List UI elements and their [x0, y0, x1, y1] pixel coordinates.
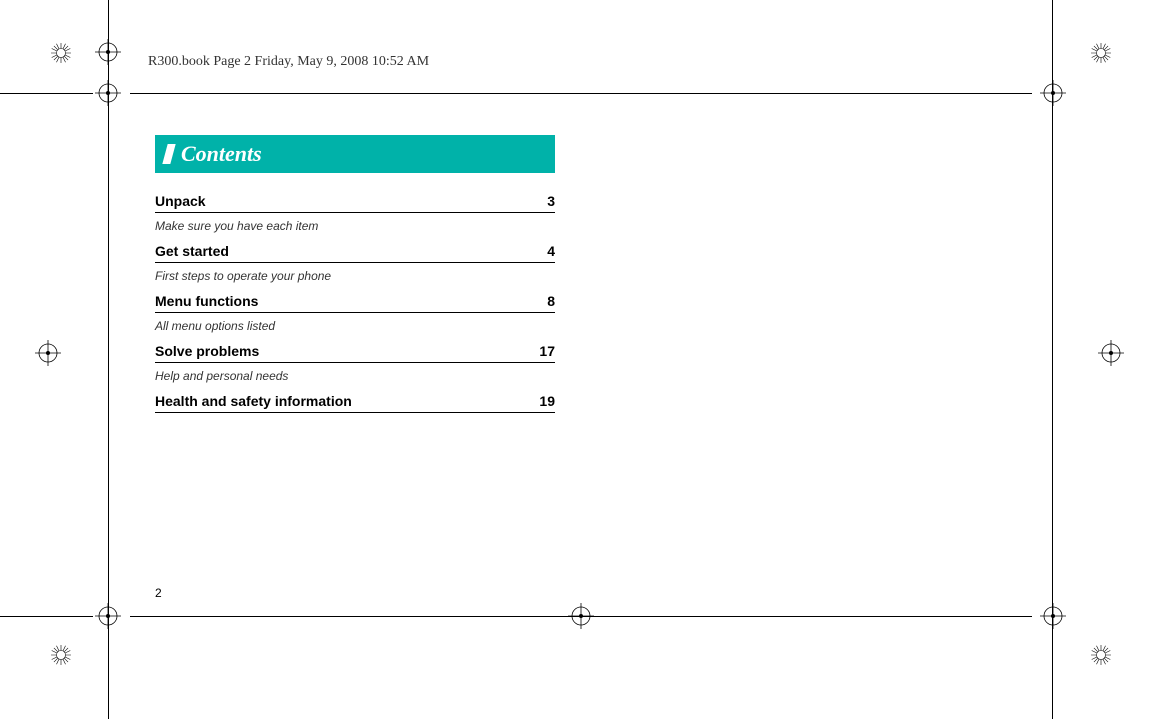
reg-mark-icon: [1098, 340, 1124, 366]
toc-entry: Solve problems 17 Help and personal need…: [155, 343, 555, 383]
toc-desc: All menu options listed: [155, 319, 555, 333]
reg-mark-icon: [95, 80, 121, 106]
toc-page: 3: [547, 193, 555, 209]
toc-page: 4: [547, 243, 555, 259]
toc-entry: Menu functions 8 All menu options listed: [155, 293, 555, 333]
toc-desc: Help and personal needs: [155, 369, 555, 383]
toc-page: 19: [539, 393, 555, 409]
toc-title: Menu functions: [155, 293, 258, 309]
toc-desc: Make sure you have each item: [155, 219, 555, 233]
banner-title: Contents: [181, 141, 262, 167]
toc-entry: Unpack 3 Make sure you have each item: [155, 193, 555, 233]
reg-mark-icon: [1040, 80, 1066, 106]
toc-title: Health and safety information: [155, 393, 352, 409]
toc-title: Unpack: [155, 193, 206, 209]
crop-line-top: [0, 93, 93, 94]
toc-title: Get started: [155, 243, 229, 259]
page-number: 2: [155, 586, 162, 600]
sunburst-icon: [1088, 40, 1114, 66]
banner-bar-icon: [162, 144, 175, 164]
toc-entry: Get started 4 First steps to operate you…: [155, 243, 555, 283]
document-header: R300.book Page 2 Friday, May 9, 2008 10:…: [148, 54, 429, 70]
toc-desc: First steps to operate your phone: [155, 269, 555, 283]
toc-title: Solve problems: [155, 343, 259, 359]
toc-page: 17: [539, 343, 555, 359]
sunburst-icon: [48, 40, 74, 66]
reg-mark-icon: [95, 603, 121, 629]
reg-mark-icon: [1040, 603, 1066, 629]
content-area: Contents Unpack 3 Make sure you have eac…: [155, 135, 555, 419]
reg-mark-icon: [95, 39, 121, 65]
toc-page: 8: [547, 293, 555, 309]
reg-mark-icon: [35, 340, 61, 366]
sunburst-icon: [48, 642, 74, 668]
crop-line-bottom: [0, 616, 93, 617]
crop-line-top: [130, 93, 1032, 94]
sunburst-icon: [1088, 642, 1114, 668]
reg-mark-icon: [568, 603, 594, 629]
toc-entry: Health and safety information 19: [155, 393, 555, 413]
contents-banner: Contents: [155, 135, 555, 173]
